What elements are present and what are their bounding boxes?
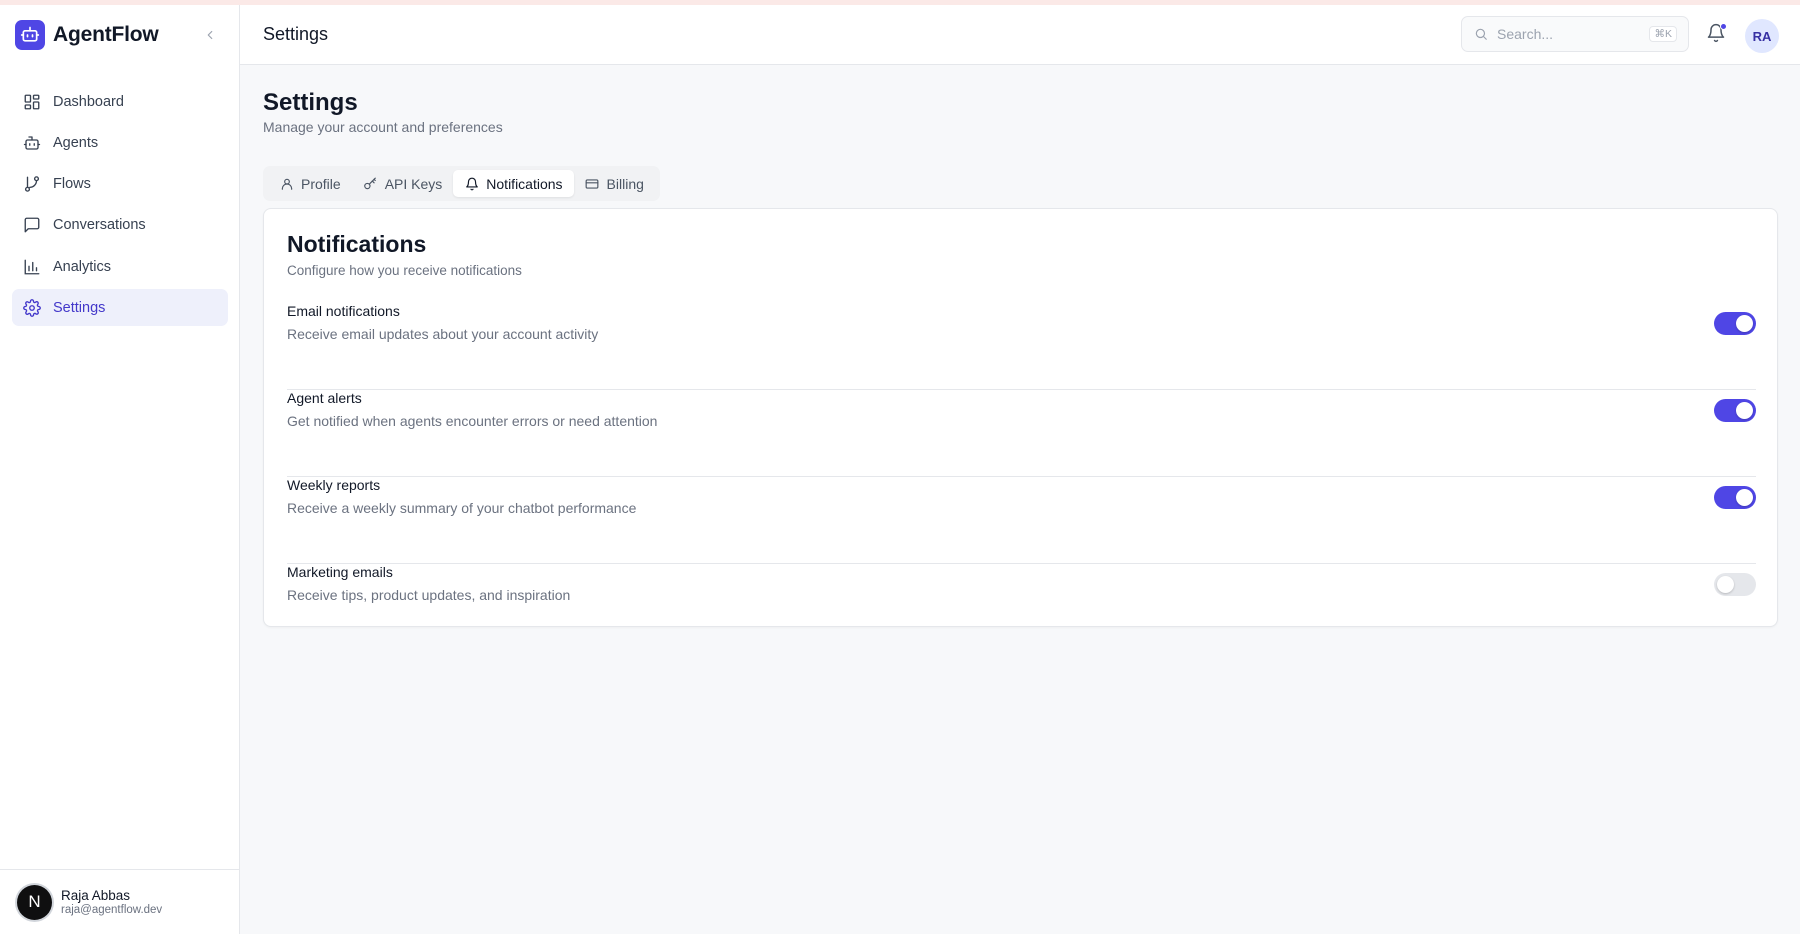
tab-label: Billing bbox=[606, 175, 644, 192]
setting-description: Receive a weekly summary of your chatbot… bbox=[287, 500, 637, 516]
collapse-sidebar-button[interactable] bbox=[202, 27, 218, 43]
sidebar-item-label: Conversations bbox=[53, 217, 146, 234]
sidebar-item-dashboard[interactable]: Dashboard bbox=[12, 83, 228, 120]
toggle-knob bbox=[1736, 315, 1753, 332]
setting-label: Marketing emails bbox=[287, 564, 393, 580]
brand-name: AgentFlow bbox=[53, 23, 159, 46]
sidebar-item-agents[interactable]: Agents bbox=[12, 124, 228, 161]
header-title: Settings bbox=[263, 24, 329, 44]
tab-billing[interactable]: Billing bbox=[574, 170, 655, 197]
notification-badge bbox=[1720, 23, 1727, 30]
tab-notifications[interactable]: Notifications bbox=[453, 170, 574, 197]
sidebar-item-label: Dashboard bbox=[53, 93, 124, 110]
card-description: Configure how you receive notifications bbox=[287, 263, 522, 278]
dashboard-icon bbox=[23, 93, 41, 111]
page-title: Settings bbox=[263, 89, 358, 116]
setting-description: Get notified when agents encounter error… bbox=[287, 413, 658, 429]
sidebar-item-conversations[interactable]: Conversations bbox=[12, 207, 228, 244]
key-icon bbox=[363, 176, 378, 191]
avatar: N bbox=[17, 884, 52, 920]
setting-weekly-reports: Weekly reports Receive a weekly summary … bbox=[287, 477, 1756, 564]
search-input[interactable] bbox=[1497, 26, 1647, 42]
sidebar-item-label: Settings bbox=[53, 299, 106, 316]
agent-alerts-toggle[interactable] bbox=[1714, 399, 1756, 422]
email-notifications-toggle[interactable] bbox=[1714, 312, 1756, 335]
tab-label: API Keys bbox=[384, 175, 443, 192]
setting-agent-alerts: Agent alerts Get notified when agents en… bbox=[287, 390, 1756, 477]
agentflow-logo-icon bbox=[15, 20, 45, 50]
tab-api-keys[interactable]: API Keys bbox=[352, 170, 454, 197]
brand[interactable]: AgentFlow bbox=[15, 20, 159, 50]
search-icon bbox=[1475, 28, 1487, 40]
search-box[interactable]: ⌘K bbox=[1461, 16, 1689, 52]
header-avatar[interactable]: RA bbox=[1745, 19, 1779, 53]
message-square-icon bbox=[23, 216, 41, 234]
setting-description: Receive tips, product updates, and inspi… bbox=[287, 587, 571, 603]
settings-tabs: Profile API Keys Notifications Billing bbox=[263, 166, 660, 201]
sidebar-item-flows[interactable]: Flows bbox=[12, 166, 228, 203]
setting-label: Agent alerts bbox=[287, 390, 362, 406]
page-subtitle: Manage your account and preferences bbox=[263, 119, 503, 135]
gear-icon bbox=[23, 299, 41, 317]
sidebar-item-settings[interactable]: Settings bbox=[12, 289, 228, 327]
tab-profile[interactable]: Profile bbox=[268, 170, 352, 197]
search-shortcut: ⌘K bbox=[1649, 26, 1677, 42]
sidebar-item-analytics[interactable]: Analytics bbox=[12, 248, 228, 285]
sidebar-nav: Dashboard Agents Flows Conversations Ana… bbox=[12, 83, 228, 331]
user-profile[interactable]: N Raja Abbas raja@agentflow.dev bbox=[0, 869, 240, 934]
git-branch-icon bbox=[23, 175, 41, 193]
notifications-card: Notifications Configure how you receive … bbox=[263, 208, 1778, 627]
weekly-reports-toggle[interactable] bbox=[1714, 486, 1756, 509]
bell-icon bbox=[464, 176, 479, 191]
user-email: raja@agentflow.dev bbox=[61, 904, 163, 916]
notifications-button[interactable] bbox=[1706, 23, 1728, 45]
user-info: Raja Abbas raja@agentflow.dev bbox=[61, 888, 162, 916]
bar-chart-icon bbox=[23, 258, 41, 276]
setting-email-notifications: Email notifications Receive email update… bbox=[287, 303, 1756, 390]
credit-card-icon bbox=[585, 176, 600, 191]
toggle-knob bbox=[1736, 402, 1753, 419]
user-name: Raja Abbas bbox=[61, 888, 131, 903]
sidebar-item-label: Agents bbox=[53, 134, 99, 151]
bot-icon bbox=[23, 134, 41, 152]
sidebar: AgentFlow Dashboard Agents Flows Convers… bbox=[0, 5, 240, 934]
setting-marketing-emails: Marketing emails Receive tips, product u… bbox=[287, 564, 1756, 624]
sidebar-item-label: Analytics bbox=[53, 258, 112, 275]
tab-label: Profile bbox=[301, 175, 341, 192]
sidebar-item-label: Flows bbox=[53, 176, 91, 193]
marketing-emails-toggle[interactable] bbox=[1714, 573, 1756, 596]
setting-label: Email notifications bbox=[287, 303, 400, 319]
setting-description: Receive email updates about your account… bbox=[287, 326, 599, 342]
user-icon bbox=[279, 176, 294, 191]
setting-label: Weekly reports bbox=[287, 477, 381, 493]
chevron-left-icon bbox=[207, 30, 213, 40]
top-header: Settings ⌘K RA bbox=[240, 5, 1800, 65]
card-title: Notifications bbox=[287, 231, 427, 257]
tab-label: Notifications bbox=[486, 175, 563, 192]
toggle-knob bbox=[1736, 489, 1753, 506]
toggle-knob bbox=[1717, 576, 1734, 593]
